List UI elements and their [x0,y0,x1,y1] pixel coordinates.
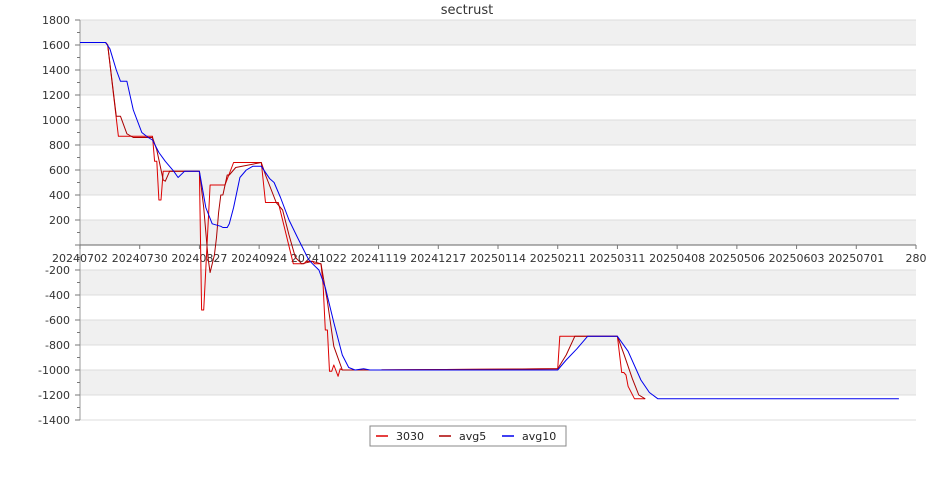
x-tick-label: 20241217 [410,252,466,265]
y-tick-label: -1400 [38,414,70,427]
y-tick-label: -1000 [38,364,70,377]
y-tick-label: 600 [49,164,70,177]
x-tick-label: 20240730 [112,252,168,265]
y-tick-label: -600 [45,314,70,327]
plot-band [80,370,916,395]
x-tick-label: 280 [906,252,927,265]
y-tick-label: -200 [45,264,70,277]
y-tick-label: 1400 [42,64,70,77]
y-tick-label: 1000 [42,114,70,127]
y-tick-label: 1800 [42,14,70,27]
x-tick-label: 20250701 [828,252,884,265]
plot-band [80,20,916,45]
y-tick-label: 400 [49,189,70,202]
y-tick-label: -800 [45,339,70,352]
x-tick-label: 20241119 [351,252,407,265]
y-tick-label: -400 [45,289,70,302]
y-tick-label: 1200 [42,89,70,102]
chart-container: 1800 1600 1400 1200 1000 800 600 400 200 -200 -400… [0,0,935,500]
plot-band [80,320,916,345]
y-tick-label: -1200 [38,389,70,402]
x-tick-label: 20250311 [589,252,645,265]
line-chart: 1800 1600 1400 1200 1000 800 600 400 200 -200 -400… [0,0,935,500]
x-tick-label: 20250506 [709,252,765,265]
plot-band [80,70,916,95]
plot-band [80,170,916,195]
y-tick-label: 800 [49,139,70,152]
x-tick-label: 20250408 [649,252,705,265]
legend: 3030 avg5 avg10 [369,425,567,447]
x-tick-label: 20240702 [52,252,108,265]
y-tick-label: 200 [49,214,70,227]
x-tick-label: 20250211 [530,252,586,265]
x-tick-label: 20250114 [470,252,526,265]
legend-label-avg10: avg10 [522,430,556,443]
x-tick-label: 20240924 [231,252,287,265]
x-tick-label: 20240827 [171,252,227,265]
chart-title: sectrust [441,3,493,18]
legend-label-avg5: avg5 [459,430,486,443]
plot-band [80,120,916,145]
x-tick-label: 20250603 [769,252,825,265]
legend-label-3030: 3030 [396,430,424,443]
y-tick-label: 1600 [42,39,70,52]
